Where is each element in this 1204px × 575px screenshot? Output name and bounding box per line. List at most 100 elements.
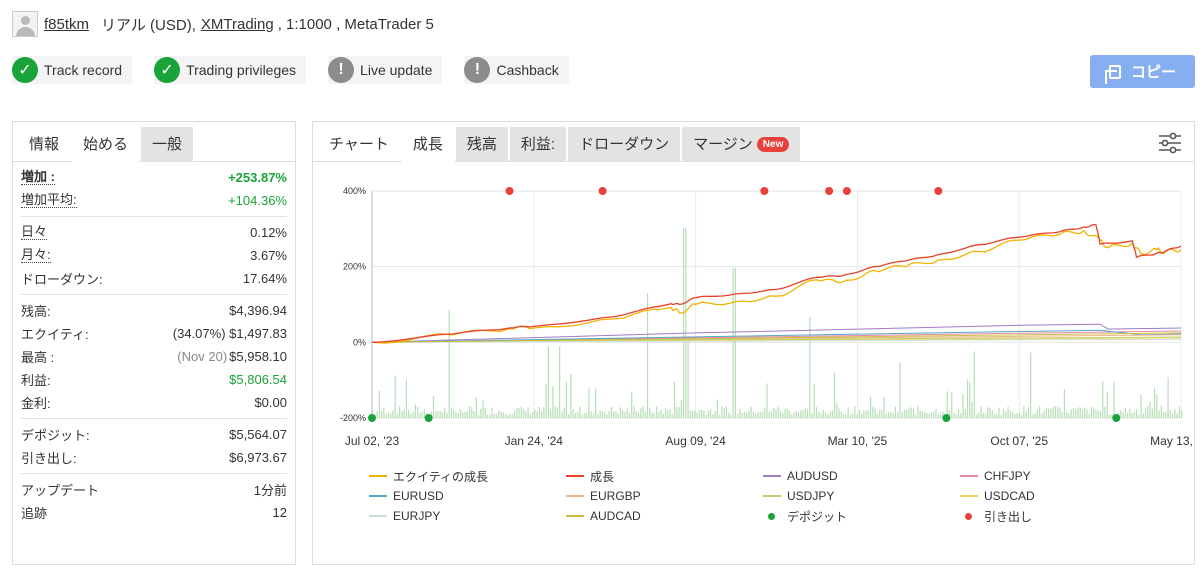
legend-swatch	[763, 475, 781, 477]
activity-bar	[586, 412, 588, 418]
drawdown-label: ドローダウン:	[21, 272, 103, 287]
activity-bar	[1077, 407, 1079, 418]
copy-button-label: コピー	[1130, 64, 1176, 81]
activity-bar	[1120, 410, 1122, 418]
account-type: リアル (USD),	[101, 16, 196, 34]
activity-bar	[547, 346, 549, 418]
activity-bar	[527, 407, 529, 418]
activity-bar	[694, 410, 696, 418]
activity-bar	[1018, 412, 1020, 418]
deposits-value: $5,564.07	[229, 427, 287, 442]
activity-bar	[1174, 409, 1176, 418]
copy-icon	[1104, 64, 1121, 84]
activity-bar	[833, 372, 836, 418]
legend-label: EURJPY	[393, 509, 441, 523]
monthly-label[interactable]: 月々:	[21, 248, 51, 263]
activity-bar	[858, 409, 860, 418]
activity-bar	[996, 413, 998, 418]
activity-bar	[1016, 413, 1018, 418]
activity-bars	[372, 228, 1183, 418]
gain-value: +253.87%	[228, 170, 287, 185]
legend-item[interactable]: CHFJPY	[960, 468, 1157, 484]
settings-sliders-icon[interactable]	[1158, 132, 1182, 154]
badge-cashback[interactable]: ! Cashback	[464, 56, 569, 84]
badge-track-record[interactable]: ✓ Track record	[12, 56, 133, 84]
profit-label: 利益:	[21, 373, 51, 388]
tab-margin[interactable]: マージン New	[682, 127, 801, 162]
tab-drawdown[interactable]: ドローダウン	[568, 127, 681, 162]
activity-bar	[935, 408, 937, 418]
legend-item[interactable]: EURGBP	[566, 488, 763, 504]
activity-bar	[908, 407, 910, 418]
activity-bar	[836, 403, 838, 418]
activity-bar	[1122, 412, 1124, 418]
tab-chart[interactable]: チャート	[318, 127, 400, 162]
activity-bar	[809, 317, 811, 418]
activity-bar	[390, 413, 392, 418]
leverage-info: , 1:1000 , MetaTrader 5	[277, 15, 434, 33]
avatar-icon	[12, 11, 38, 37]
withdrawal-marker	[505, 187, 514, 195]
activity-bar	[861, 413, 863, 418]
legend-item[interactable]: USDCAD	[960, 488, 1157, 504]
activity-bar	[448, 309, 450, 418]
activity-bar	[599, 410, 601, 418]
activity-bar	[788, 410, 791, 418]
activity-bar	[1032, 414, 1034, 418]
tab-growth[interactable]: 成長	[401, 127, 454, 162]
activity-bar	[439, 410, 441, 418]
avg-gain-label[interactable]: 増加平均:	[21, 193, 77, 208]
activity-bar	[1151, 408, 1153, 418]
y-tick-label: 400%	[343, 186, 366, 196]
legend-item[interactable]: USDJPY	[763, 488, 960, 504]
legend-item[interactable]: 引き出し	[960, 508, 1157, 524]
tab-profit[interactable]: 利益:	[509, 127, 567, 162]
activity-bar	[919, 410, 921, 418]
legend-item[interactable]: AUDUSD	[763, 468, 960, 484]
activity-bar	[534, 409, 536, 418]
activity-bar	[559, 346, 561, 418]
highest-label: 最高 :	[21, 350, 55, 365]
activity-bar	[1061, 411, 1063, 418]
gain-label[interactable]: 増加 :	[21, 170, 55, 185]
activity-bar	[633, 406, 635, 418]
activity-bar	[509, 414, 511, 418]
daily-label[interactable]: 日々	[21, 225, 48, 240]
badge-live-update[interactable]: ! Live update	[328, 56, 443, 84]
y-tick-label: 0%	[353, 337, 366, 347]
legend-item[interactable]: デポジット	[763, 508, 960, 524]
tab-info[interactable]: 情報	[18, 127, 70, 162]
activity-bar	[1106, 391, 1108, 418]
legend-item[interactable]: AUDCAD	[566, 508, 763, 524]
balance-label: 残高:	[21, 304, 51, 319]
legend-item[interactable]: 成長	[566, 468, 763, 484]
badge-trading-privileges[interactable]: ✓ Trading privileges	[154, 56, 307, 84]
tab-start[interactable]: 始める	[72, 127, 140, 162]
activity-bar	[601, 411, 604, 418]
activity-bar	[671, 414, 673, 418]
activity-bar	[912, 408, 915, 418]
activity-bar	[1007, 406, 1009, 418]
legend-item[interactable]: エクイティの成長	[369, 468, 566, 484]
activity-bar	[522, 409, 525, 418]
activity-bar	[419, 412, 421, 418]
series-line-エクイティの成長	[371, 229, 1182, 344]
copy-button[interactable]: コピー	[1090, 55, 1195, 88]
legend-item[interactable]: EURUSD	[369, 488, 566, 504]
activity-bar	[1075, 408, 1077, 418]
deposit-marker	[424, 414, 433, 422]
activity-bar	[543, 406, 545, 418]
activity-bar	[1052, 406, 1054, 418]
broker-link[interactable]: XMTrading	[201, 16, 274, 33]
username-link[interactable]: f85tkm	[44, 16, 89, 33]
status-badges: ✓ Track record ✓ Trading privileges ! Li…	[12, 56, 569, 84]
legend-item[interactable]: EURJPY	[369, 508, 566, 524]
tab-balance[interactable]: 残高	[455, 127, 508, 162]
tab-general[interactable]: 一般	[141, 127, 194, 162]
activity-bar	[838, 408, 840, 418]
activity-bar	[937, 414, 939, 418]
deposit-marker	[368, 414, 376, 422]
activity-bar	[851, 413, 854, 418]
activity-bar	[450, 408, 453, 418]
activity-bar	[993, 414, 996, 418]
